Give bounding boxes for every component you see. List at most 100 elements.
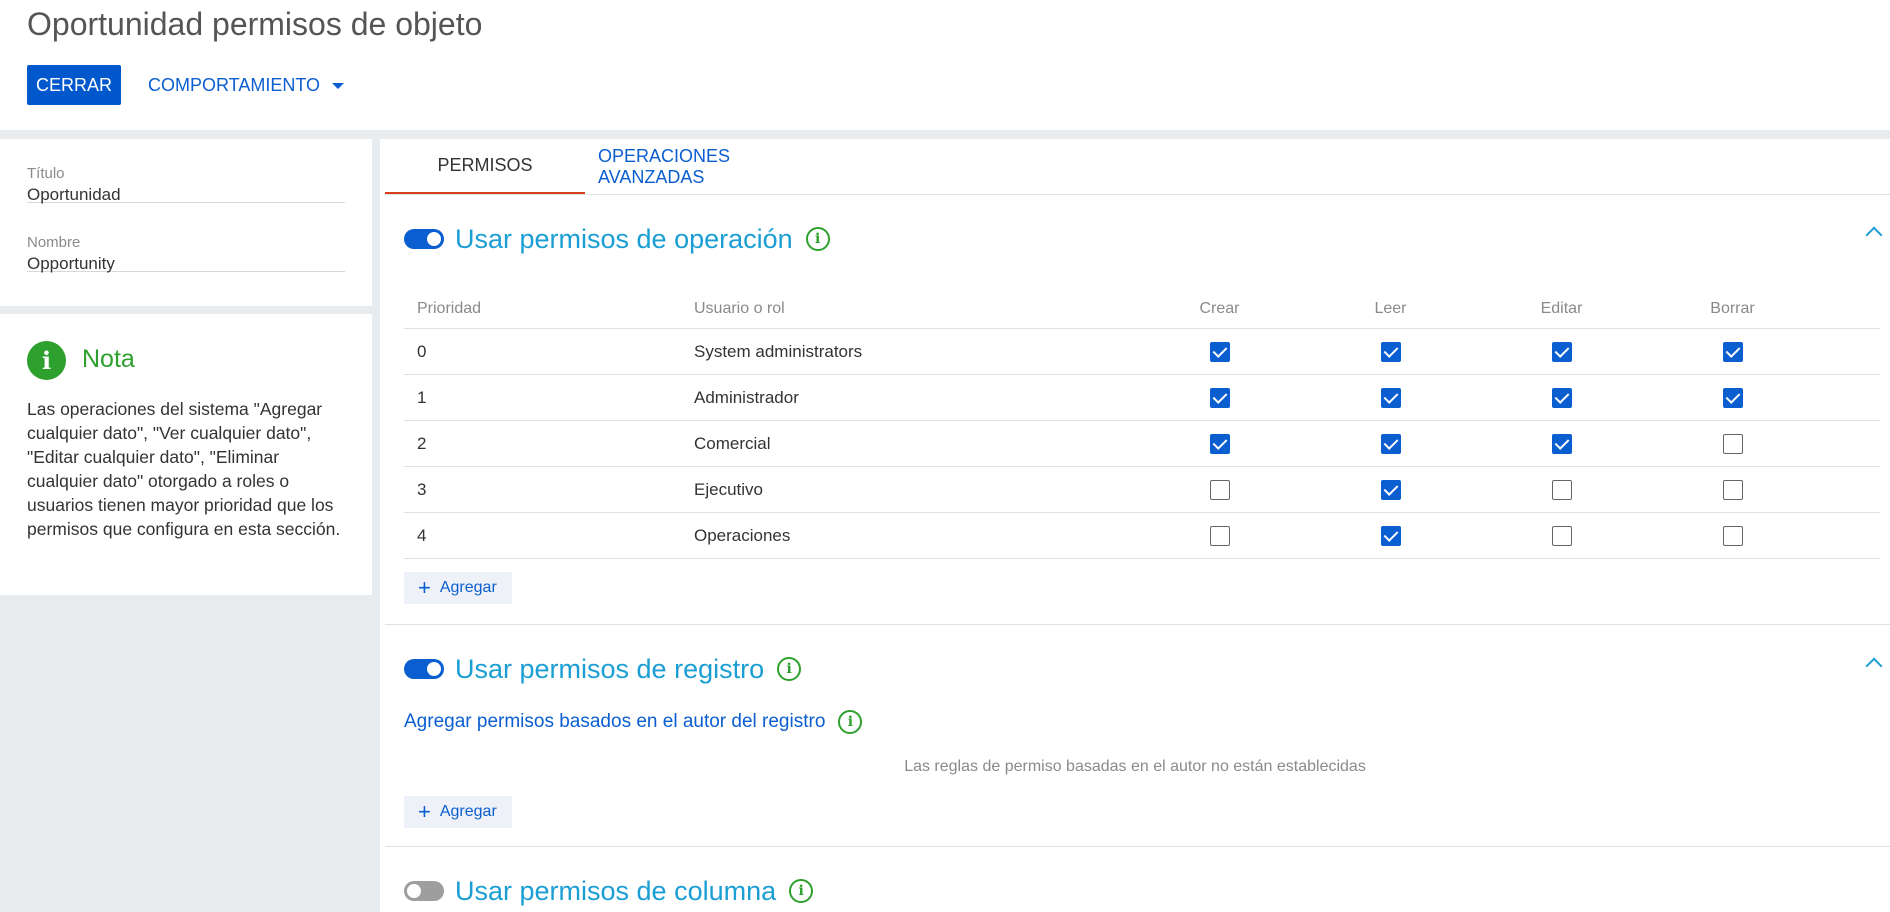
author-permissions-title[interactable]: Agregar permisos basados en el autor del…	[404, 711, 825, 733]
note-card: i Nota Las operaciones del sistema "Agre…	[0, 314, 372, 595]
table-row[interactable]: 4 Operaciones	[404, 513, 1880, 559]
read-cell	[1305, 387, 1476, 408]
create-checkbox[interactable]	[1209, 433, 1230, 454]
page-title: Oportunidad permisos de objeto	[27, 6, 483, 42]
record-permissions-title: Usar permisos de registro	[455, 653, 765, 684]
create-checkbox[interactable]	[1209, 387, 1230, 408]
delete-checkbox[interactable]	[1722, 479, 1743, 500]
info-icon[interactable]: i	[838, 710, 863, 734]
column-header-user-role: Usuario o rol	[694, 299, 785, 317]
tab-advanced-operations[interactable]: OPERACIONES AVANZADAS	[598, 139, 803, 194]
name-field-value: Opportunity	[27, 254, 115, 273]
read-cell	[1305, 433, 1476, 454]
delete-checkbox[interactable]	[1722, 525, 1743, 546]
delete-checkbox[interactable]	[1722, 387, 1743, 408]
add-operation-permission-button[interactable]: + Agregar	[404, 572, 512, 604]
table-row[interactable]: 3 Ejecutivo	[404, 467, 1880, 513]
create-cell	[1134, 341, 1305, 362]
properties-card: Título Oportunidad Nombre Opportunity	[0, 139, 372, 306]
add-label: Agregar	[439, 803, 497, 820]
title-field[interactable]: Título Oportunidad	[27, 165, 345, 204]
column-header-delete: Borrar	[1710, 299, 1755, 317]
table-row[interactable]: 2 Comercial	[404, 421, 1880, 467]
edit-checkbox[interactable]	[1551, 525, 1572, 546]
row-role: Operaciones	[694, 525, 791, 545]
tabs-divider	[385, 194, 1890, 195]
create-checkbox[interactable]	[1209, 525, 1230, 546]
delete-cell	[1647, 387, 1818, 408]
delete-checkbox[interactable]	[1722, 341, 1743, 362]
collapse-chevron-up-icon[interactable]	[1865, 657, 1883, 675]
add-label: Agregar	[439, 579, 497, 596]
row-role: Comercial	[694, 433, 771, 453]
create-cell	[1134, 525, 1305, 546]
caret-down-icon	[332, 83, 345, 89]
behaviour-dropdown[interactable]: COMPORTAMIENTO	[148, 65, 345, 105]
column-header-read: Leer	[1374, 299, 1407, 317]
edit-checkbox[interactable]	[1551, 433, 1572, 454]
table-row[interactable]: 1 Administrador	[404, 375, 1880, 421]
plus-icon: +	[418, 799, 431, 824]
read-checkbox[interactable]	[1380, 433, 1401, 454]
read-checkbox[interactable]	[1380, 479, 1401, 500]
delete-cell	[1647, 433, 1818, 454]
author-rules-empty-message: Las reglas de permiso basadas en el auto…	[904, 758, 1366, 775]
read-cell	[1305, 341, 1476, 362]
read-checkbox[interactable]	[1380, 387, 1401, 408]
row-priority: 4	[417, 525, 427, 545]
add-record-permission-button[interactable]: + Agregar	[404, 796, 512, 828]
name-field[interactable]: Nombre Opportunity	[27, 234, 345, 273]
section-divider	[385, 846, 1890, 847]
record-permissions-toggle[interactable]	[404, 659, 444, 679]
table-header: Prioridad Usuario o rol Crear Leer Edita…	[404, 289, 1880, 329]
edit-checkbox[interactable]	[1551, 479, 1572, 500]
edit-cell	[1476, 387, 1647, 408]
collapse-chevron-up-icon[interactable]	[1865, 226, 1883, 244]
operation-permissions-header: Usar permisos de operación i	[404, 219, 830, 259]
column-permissions-toggle[interactable]	[404, 881, 444, 901]
column-permissions-title: Usar permisos de columna	[455, 875, 777, 906]
read-checkbox[interactable]	[1380, 525, 1401, 546]
create-checkbox[interactable]	[1209, 479, 1230, 500]
column-header-edit: Editar	[1540, 299, 1583, 317]
tab-permissions[interactable]: PERMISOS	[385, 139, 585, 194]
delete-cell	[1647, 479, 1818, 500]
delete-checkbox[interactable]	[1722, 433, 1743, 454]
table-row[interactable]: 0 System administrators	[404, 329, 1880, 375]
row-role: Ejecutivo	[694, 479, 763, 499]
note-text: Las operaciones del sistema "Agregar cua…	[27, 399, 341, 539]
plus-icon: +	[418, 575, 431, 600]
edit-cell	[1476, 479, 1647, 500]
row-role: Administrador	[694, 387, 799, 407]
row-priority: 2	[417, 433, 427, 453]
operation-permissions-title: Usar permisos de operación	[455, 223, 793, 254]
create-cell	[1134, 479, 1305, 500]
record-permissions-header: Usar permisos de registro i	[404, 649, 802, 689]
page-header: Oportunidad permisos de objeto CERRAR CO…	[0, 0, 1890, 130]
edit-checkbox[interactable]	[1551, 341, 1572, 362]
row-role: System administrators	[694, 341, 863, 361]
edit-cell	[1476, 341, 1647, 362]
behaviour-label: COMPORTAMIENTO	[148, 74, 321, 95]
edit-checkbox[interactable]	[1551, 387, 1572, 408]
row-priority: 0	[417, 341, 427, 361]
edit-cell	[1476, 433, 1647, 454]
section-divider	[385, 624, 1890, 625]
read-checkbox[interactable]	[1380, 341, 1401, 362]
delete-cell	[1647, 525, 1818, 546]
info-icon[interactable]: i	[777, 657, 802, 681]
info-icon: i	[27, 341, 66, 380]
name-field-label: Nombre	[27, 234, 81, 251]
info-icon[interactable]: i	[805, 227, 830, 251]
close-button[interactable]: CERRAR	[27, 65, 121, 105]
column-header-create: Crear	[1199, 299, 1240, 317]
author-permissions-header: Agregar permisos basados en el autor del…	[404, 710, 863, 734]
edit-cell	[1476, 525, 1647, 546]
info-icon[interactable]: i	[789, 879, 814, 903]
create-checkbox[interactable]	[1209, 341, 1230, 362]
create-cell	[1134, 433, 1305, 454]
title-field-label: Título	[27, 165, 65, 182]
main-panel: PERMISOS OPERACIONES AVANZADAS Usar perm…	[380, 139, 1890, 912]
operation-permissions-toggle[interactable]	[404, 229, 444, 249]
row-priority: 3	[417, 479, 427, 499]
